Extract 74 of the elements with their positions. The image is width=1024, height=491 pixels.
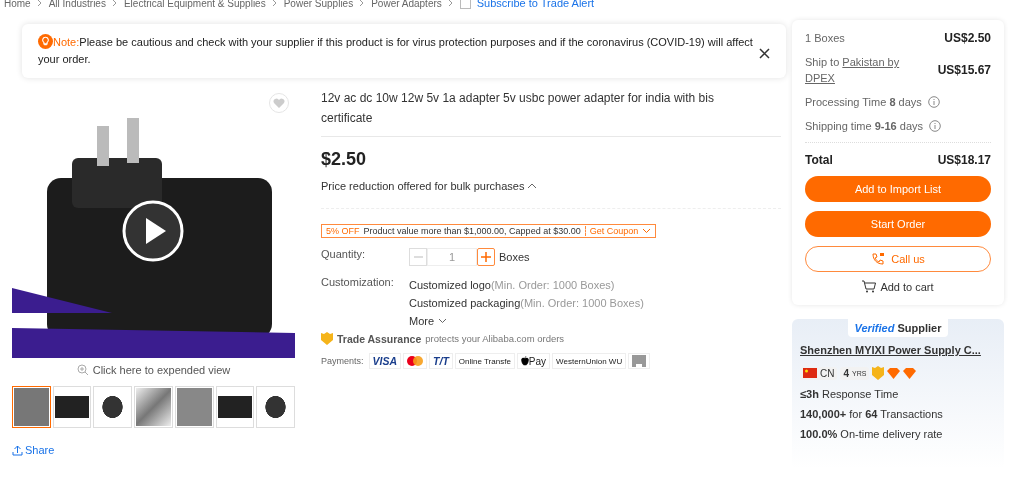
coupon-discount: 5% OFF (326, 226, 360, 236)
product-title: 12v ac dc 10w 12w 5v 1a adapter 5v usbc power adapter for india with bis certificate (321, 90, 715, 127)
breadcrumb-link[interactable]: Electrical Equipment & Supplies (123, 0, 266, 9)
customization-option: Customized packaging(Min. Order: 1000 Boxes) (409, 294, 644, 312)
phone-icon (871, 252, 886, 266)
mastercard-icon (403, 353, 428, 369)
notice-text: Note:Please be cautious and check with your supplier if this product is for virus protection purposes and if the coronavirus (COVID-19) will affect your order. (38, 34, 754, 67)
total-label: Total (805, 153, 833, 167)
close-icon[interactable] (759, 48, 770, 59)
barcode-icon (628, 353, 651, 369)
payment-method: VISA (368, 353, 402, 369)
supplier-stat: 100.0% On-time delivery rate (800, 428, 944, 440)
payment-method: WesternUnion WU (552, 353, 627, 369)
payment-method: T/T (429, 353, 453, 369)
share-link[interactable]: Share (12, 444, 295, 456)
coupon-text: Product value more than $1,000.00, Capped at $30.00 (363, 226, 581, 236)
shield-icon (321, 332, 333, 345)
customization-label: Customization: (321, 276, 395, 290)
shipping-cost: US$15.67 (937, 63, 991, 77)
checkbox[interactable] (459, 0, 471, 9)
supplier-stat: ≤3h Response Time (800, 388, 900, 400)
breadcrumb-link[interactable]: Home (4, 0, 31, 9)
chevron-icon (36, 0, 43, 7)
shipping-time: Shipping time 9-16 days (805, 119, 924, 134)
country-tag: CN (800, 366, 838, 380)
chevron-icon[interactable] (438, 318, 448, 324)
years-tag: 4 $^{YRS}$ (840, 366, 870, 380)
verified-supplier-badge: Verified Supplier (848, 319, 948, 337)
payments-label: Payments: (321, 356, 364, 366)
add-to-cart-link[interactable]: Add to cart (805, 280, 991, 293)
subtotal: US$2.50 (944, 31, 991, 45)
payment-method: Online Transfe (454, 353, 515, 369)
increase-button[interactable] (477, 248, 495, 266)
chevron-icon (111, 0, 118, 7)
caret-icon[interactable] (527, 183, 538, 189)
trade-assurance-title: Trade Assurance (337, 332, 422, 345)
diamond-icon (887, 367, 901, 379)
breadcrumb-link[interactable]: Power Supplies (283, 0, 354, 9)
share-icon (12, 444, 23, 456)
breadcrumb-link[interactable]: All Industries (48, 0, 106, 9)
plus-icon (481, 252, 491, 262)
info-icon[interactable] (927, 96, 940, 108)
diamond-icon (903, 367, 917, 379)
expand-view-link[interactable]: Click here to expended view (12, 364, 295, 376)
chevron-icon[interactable] (642, 228, 652, 234)
shield-icon (872, 366, 885, 380)
info-icon[interactable] (929, 120, 942, 132)
minus-icon (413, 256, 423, 258)
product-video-drawing[interactable] (12, 118, 295, 358)
thumbnail[interactable] (12, 386, 51, 428)
trade-assurance-text: protects your Alibaba.com orders (425, 333, 565, 344)
cart-icon (862, 280, 877, 293)
breadcrumb-link[interactable]: Power Adapters (371, 0, 442, 9)
apple-icon (520, 356, 529, 366)
zoom-icon (76, 364, 89, 376)
supplier-name[interactable]: Shenzhen MYIXI Power Supply C... (800, 344, 996, 356)
processing-time: Processing Time 8 days (805, 95, 922, 110)
quantity-summary: 1 Boxes (805, 31, 845, 46)
chevron-icon (447, 0, 454, 7)
customization-option: Customized logo(Min. Order: 1000 Boxes) (409, 276, 644, 294)
product-price: $2.50 (321, 149, 368, 170)
more-link[interactable]: More (409, 312, 435, 330)
subscribe-link[interactable]: Subscribe to Trade Alert (476, 0, 595, 9)
flag-icon (803, 368, 817, 378)
lightbulb-icon (38, 34, 53, 49)
quantity-unit: Boxes (499, 251, 530, 263)
quantity-label: Quantity: (321, 248, 367, 262)
chevron-icon (271, 0, 278, 7)
total-price: US$18.17 (937, 153, 991, 167)
shipping-destination: Ship to Pakistan by DPEX (805, 55, 901, 86)
payment-method: Pay (516, 353, 551, 369)
bulk-price-toggle[interactable]: Price reduction offered for bulk purchases (321, 180, 525, 192)
chevron-icon (359, 0, 366, 7)
supplier-stat: 140,000+ for 64 Transactions (800, 408, 944, 420)
